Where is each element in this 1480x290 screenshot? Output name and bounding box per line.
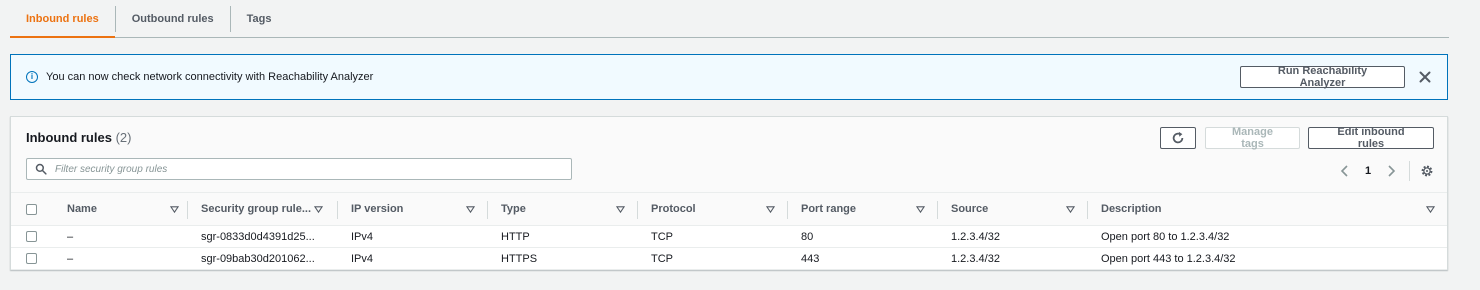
select-all-cell [11, 193, 51, 225]
sort-caret-icon[interactable] [1426, 205, 1435, 214]
column-header-type[interactable]: Type [487, 193, 637, 225]
column-header-description[interactable]: Description [1087, 193, 1447, 225]
column-label: Protocol [651, 203, 696, 215]
cell-type: HTTPS [501, 252, 538, 265]
cell-protocol: TCP [651, 230, 673, 243]
column-header-security-group-rule[interactable]: Security group rule... [187, 193, 337, 225]
chevron-right-icon[interactable] [1385, 164, 1397, 178]
cell-ip-version: IPv4 [351, 252, 374, 265]
tab-inbound-rules[interactable]: Inbound rules [10, 0, 115, 38]
row-select-cell [11, 248, 51, 269]
filter-field [26, 158, 572, 180]
sort-caret-icon[interactable] [314, 205, 323, 214]
cell-source: 1.2.3.4/32 [951, 252, 1000, 265]
column-label: Name [67, 203, 97, 215]
cell-name: – [67, 252, 74, 265]
rule-count: (2) [115, 130, 132, 145]
column-header-source[interactable]: Source [937, 193, 1087, 225]
tab-tags[interactable]: Tags [231, 0, 288, 37]
column-header-protocol[interactable]: Protocol [637, 193, 787, 225]
select-all-checkbox[interactable] [26, 203, 37, 215]
panel-title: Inbound rules (2) [26, 130, 131, 145]
cell-security-group-rule: sgr-0833d0d4391d25... [201, 230, 315, 243]
manage-tags-button[interactable]: Manage tags [1205, 126, 1300, 150]
cell-name: – [67, 230, 74, 243]
column-label: Source [951, 203, 989, 215]
rules-table: Name Security group rule... IP version T… [11, 192, 1447, 270]
panel-title-text: Inbound rules [26, 130, 112, 145]
sort-caret-icon[interactable] [1066, 205, 1075, 214]
cell-type: HTTP [501, 230, 530, 243]
cell-source: 1.2.3.4/32 [951, 230, 1000, 243]
refresh-button[interactable] [1160, 127, 1196, 149]
refresh-icon [1172, 131, 1184, 144]
column-label: IP version [351, 203, 404, 215]
table-header: Name Security group rule... IP version T… [11, 192, 1447, 226]
sort-caret-icon[interactable] [766, 205, 775, 214]
cell-ip-version: IPv4 [351, 230, 374, 243]
column-header-ip-version[interactable]: IP version [337, 193, 487, 225]
row-checkbox[interactable] [26, 231, 37, 242]
cell-security-group-rule: sgr-09bab30d201062... [201, 252, 315, 265]
cell-description: Open port 80 to 1.2.3.4/32 [1101, 230, 1230, 243]
column-label: Type [501, 203, 526, 215]
row-checkbox[interactable] [26, 253, 37, 264]
row-select-cell [11, 226, 51, 247]
flash-message: You can now check network connectivity w… [46, 71, 374, 83]
cell-port-range: 80 [801, 230, 814, 243]
filter-input[interactable] [53, 162, 571, 176]
pagination: 1 [1339, 161, 1434, 181]
column-label: Security group rule... [201, 203, 312, 215]
close-icon[interactable] [1417, 69, 1433, 85]
cell-port-range: 443 [801, 252, 820, 265]
table-row[interactable]: – sgr-09bab30d201062... IPv4 HTTPS TCP 4… [11, 248, 1447, 270]
search-icon [35, 163, 47, 175]
column-label: Port range [801, 203, 857, 215]
column-header-name[interactable]: Name [51, 193, 187, 225]
tab-outbound-rules[interactable]: Outbound rules [116, 0, 230, 37]
cell-description: Open port 443 to 1.2.3.4/32 [1101, 252, 1236, 265]
sort-caret-icon[interactable] [616, 205, 625, 214]
inbound-rules-panel: Inbound rules (2) Manage tags Edit inbou… [10, 116, 1448, 270]
info-icon: i [26, 71, 38, 83]
sort-caret-icon[interactable] [916, 205, 925, 214]
sort-caret-icon[interactable] [466, 205, 475, 214]
page-number[interactable]: 1 [1365, 165, 1371, 177]
table-row[interactable]: – sgr-0833d0d4391d25... IPv4 HTTP TCP 80… [11, 226, 1447, 248]
pager-divider [1409, 161, 1411, 181]
sort-caret-icon[interactable] [170, 205, 179, 214]
column-label: Description [1101, 203, 1162, 215]
gear-icon[interactable] [1420, 164, 1434, 178]
cell-protocol: TCP [651, 252, 673, 265]
reachability-flash-banner: i You can now check network connectivity… [10, 54, 1448, 100]
run-reachability-analyzer-button[interactable]: Run Reachability Analyzer [1240, 65, 1405, 89]
tab-bar: Inbound rules Outbound rules Tags [10, 0, 1449, 38]
edit-inbound-rules-button[interactable]: Edit inbound rules [1308, 126, 1434, 150]
column-header-port-range[interactable]: Port range [787, 193, 937, 225]
chevron-left-icon[interactable] [1339, 164, 1351, 178]
